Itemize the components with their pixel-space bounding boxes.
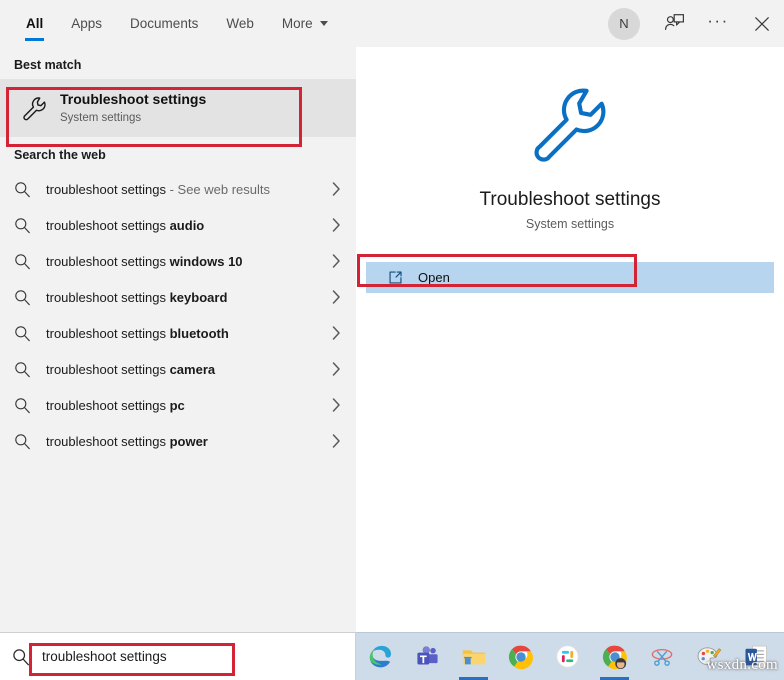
preview-title: Troubleshoot settings: [479, 189, 661, 210]
chevron-right-icon: [326, 398, 346, 412]
open-button-label: Open: [418, 270, 450, 285]
list-item-label: troubleshoot settings power: [46, 433, 208, 449]
tab-active-indicator: [25, 38, 45, 41]
avatar-initial: N: [619, 16, 629, 31]
tab-web[interactable]: Web: [212, 0, 268, 47]
chevron-right-icon: [326, 362, 346, 376]
tab-all-label: All: [26, 16, 44, 31]
search-icon: [14, 361, 46, 378]
search-input[interactable]: troubleshoot settings: [0, 632, 356, 680]
list-item[interactable]: troubleshoot settings windows 10: [0, 243, 356, 279]
taskbar-item-edge[interactable]: [356, 633, 403, 680]
chevron-down-icon: [319, 21, 328, 26]
taskbar: wsxdn.com: [356, 632, 784, 680]
tab-all[interactable]: All: [12, 0, 57, 47]
search-icon: [14, 289, 46, 306]
chevron-right-icon: [326, 182, 346, 196]
best-match-heading: Best match: [14, 58, 82, 72]
taskbar-item-chrome-profile[interactable]: [591, 633, 638, 680]
search-icon: [14, 433, 46, 450]
chevron-right-icon: [326, 254, 346, 268]
person-feedback-icon[interactable]: [652, 0, 696, 47]
tab-web-label: Web: [226, 16, 254, 31]
tab-more-label: More: [281, 16, 313, 31]
list-item-label: troubleshoot settings audio: [46, 217, 205, 233]
search-flyout-screen: All Apps Documents Web More N ··· Best m…: [0, 0, 784, 680]
results-pane: Best match Troubleshoot settings System …: [0, 47, 356, 632]
taskbar-item-snipping-tool[interactable]: [638, 633, 685, 680]
tab-documents[interactable]: Documents: [116, 0, 212, 47]
preview-actions: Open: [356, 262, 784, 293]
more-options-icon[interactable]: ···: [696, 0, 740, 50]
preview-header: Troubleshoot settings System settings: [356, 47, 784, 231]
taskbar-item-chrome[interactable]: [497, 633, 544, 680]
list-item-label: troubleshoot settings - See web results: [46, 181, 271, 197]
tab-apps[interactable]: Apps: [57, 0, 116, 47]
bottom-bar: troubleshoot settings wsxdn.com: [0, 632, 784, 680]
open-external-icon: [388, 270, 414, 285]
list-item-label: troubleshoot settings camera: [46, 361, 216, 377]
list-item[interactable]: troubleshoot settings camera: [0, 351, 356, 387]
search-web-heading: Search the web: [14, 148, 106, 162]
chevron-right-icon: [326, 326, 346, 340]
preview-pane: Troubleshoot settings System settings Op…: [356, 47, 784, 632]
chevron-right-icon: [326, 290, 346, 304]
chevron-right-icon: [326, 218, 346, 232]
tab-more[interactable]: More: [268, 0, 342, 47]
list-item[interactable]: troubleshoot settings - See web results: [0, 171, 356, 207]
tab-documents-label: Documents: [130, 16, 199, 31]
windows-search-flyout: All Apps Documents Web More N ··· Best m…: [0, 0, 784, 632]
list-item[interactable]: troubleshoot settings power: [0, 423, 356, 459]
best-match-subtitle: System settings: [60, 111, 142, 124]
list-item-label: troubleshoot settings keyboard: [46, 289, 228, 305]
tab-apps-label: Apps: [71, 16, 103, 31]
search-icon: [14, 181, 46, 198]
search-header: All Apps Documents Web More N ···: [0, 0, 784, 47]
search-icon: [14, 325, 46, 342]
header-actions: N ···: [608, 0, 784, 47]
more-options-label: ···: [707, 10, 729, 30]
search-input-value: troubleshoot settings: [42, 649, 167, 664]
search-icon: [14, 253, 46, 270]
wrench-icon: [14, 95, 54, 122]
taskbar-item-file-explorer[interactable]: [450, 633, 497, 680]
list-item[interactable]: troubleshoot settings pc: [0, 387, 356, 423]
wrench-icon: [527, 81, 613, 172]
filter-tabs: All Apps Documents Web More: [0, 0, 342, 47]
list-item[interactable]: troubleshoot settings keyboard: [0, 279, 356, 315]
preview-subtitle: System settings: [525, 217, 615, 231]
search-body: Best match Troubleshoot settings System …: [0, 47, 784, 632]
close-icon[interactable]: [740, 0, 784, 47]
search-icon: [14, 217, 46, 234]
best-match-title: Troubleshoot settings: [60, 90, 207, 107]
list-item-label: troubleshoot settings windows 10: [46, 253, 243, 269]
taskbar-item-slack[interactable]: [544, 633, 591, 680]
chevron-right-icon: [326, 434, 346, 448]
web-suggestion-list: troubleshoot settings - See web results …: [0, 171, 356, 459]
search-icon: [12, 648, 38, 666]
list-item-label: troubleshoot settings bluetooth: [46, 325, 229, 341]
open-button[interactable]: Open: [366, 262, 774, 293]
taskbar-item-teams[interactable]: [403, 633, 450, 680]
avatar[interactable]: N: [608, 7, 640, 40]
watermark: wsxdn.com: [706, 657, 778, 673]
list-item-label: troubleshoot settings pc: [46, 397, 185, 413]
search-icon: [14, 397, 46, 414]
list-item[interactable]: troubleshoot settings audio: [0, 207, 356, 243]
list-item[interactable]: troubleshoot settings bluetooth: [0, 315, 356, 351]
best-match-result[interactable]: Troubleshoot settings System settings: [0, 79, 356, 137]
best-match-text: Troubleshoot settings System settings: [60, 91, 206, 126]
